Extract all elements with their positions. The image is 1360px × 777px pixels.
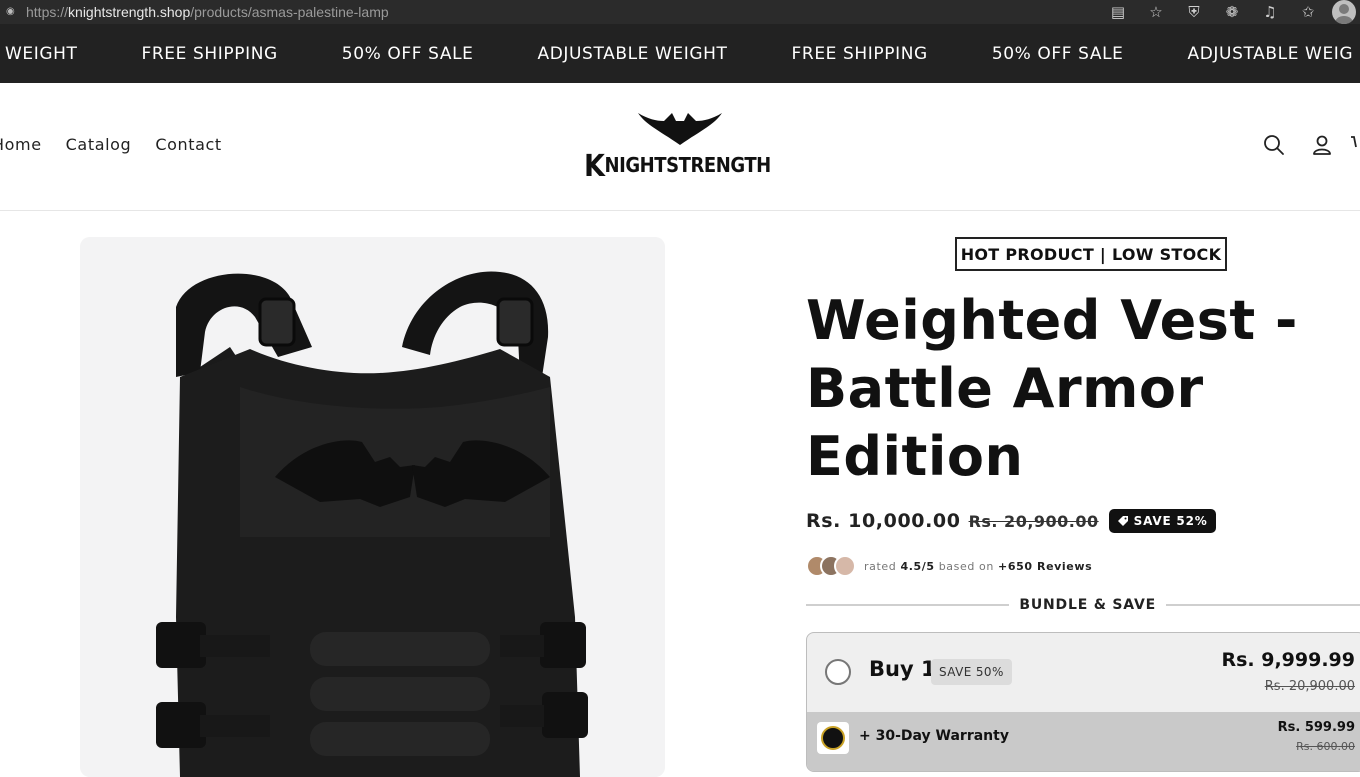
- site-logo[interactable]: KNIGHTSTRENGTH: [580, 109, 780, 187]
- nav-home[interactable]: Home: [0, 135, 42, 154]
- site-header: Home Catalog Contact KNIGHTSTRENGTH: [0, 83, 1360, 211]
- rating-value: 4.5/5: [900, 559, 935, 573]
- addon-name: + 30-Day Warranty: [859, 728, 1009, 744]
- avatar: [834, 555, 856, 577]
- extensions-icon[interactable]: ❁: [1222, 2, 1242, 22]
- profile-avatar[interactable]: [1332, 0, 1356, 24]
- addon-compare-price: Rs. 600.00: [1296, 740, 1355, 753]
- tag-icon: [1117, 516, 1128, 526]
- browser-toolbar: ◉ https://knightstrength.shop/products/a…: [0, 0, 1360, 24]
- url-text[interactable]: https://knightstrength.shop/products/asm…: [26, 4, 389, 20]
- reader-view-icon[interactable]: ▤: [1108, 2, 1128, 22]
- announcement-item: FREE SHIPPING: [791, 43, 928, 64]
- offer-main[interactable]: Buy 1 SAVE 50% Rs. 9,999.99 Rs. 20,900.0…: [807, 633, 1360, 713]
- rating-mid: based on: [934, 559, 999, 573]
- save-badge: SAVE 52%: [1108, 509, 1216, 533]
- warranty-seal: [821, 726, 845, 750]
- account-icon[interactable]: [1310, 133, 1334, 157]
- announcement-track: WEIGHT FREE SHIPPING 50% OFF SALE ADJUST…: [5, 24, 1360, 83]
- announcement-item: 50% OFF SALE: [341, 43, 474, 64]
- logo-wordmark: KNIGHTSTRENGTH: [584, 149, 771, 184]
- addon-price: Rs. 599.99: [1277, 720, 1355, 735]
- favorite-star-icon[interactable]: ☆: [1146, 2, 1166, 22]
- address-bar[interactable]: ◉ https://knightstrength.shop/products/a…: [0, 0, 1100, 24]
- announcement-bar: WEIGHT FREE SHIPPING 50% OFF SALE ADJUST…: [0, 24, 1360, 83]
- offer-radio[interactable]: [825, 659, 851, 685]
- rating-row: rated 4.5/5 based on +650 Reviews: [806, 555, 1092, 577]
- weighted-vest-image: [80, 237, 665, 777]
- nav-contact[interactable]: Contact: [155, 135, 221, 154]
- search-icon[interactable]: [1262, 133, 1286, 157]
- bundle-divider: BUNDLE & SAVE: [806, 595, 1360, 615]
- product-price: Rs. 10,000.00: [806, 510, 961, 532]
- bundle-label: BUNDLE & SAVE: [1019, 597, 1156, 613]
- warranty-badge-icon: [817, 722, 849, 754]
- divider-line: [806, 604, 1010, 606]
- offer-compare-price: Rs. 20,900.00: [1264, 679, 1355, 694]
- save-badge-text: SAVE 52%: [1133, 514, 1208, 528]
- rating-text: rated 4.5/5 based on +650 Reviews: [864, 560, 1092, 573]
- logo-letters: NIGHTSTRENGTH: [604, 153, 771, 177]
- announcement-item: ADJUSTABLE WEIG: [1187, 43, 1354, 64]
- hot-product-badge: HOT PRODUCT | LOW STOCK: [955, 237, 1227, 271]
- announcement-item: 50% OFF SALE: [991, 43, 1124, 64]
- url-prefix: https://: [26, 4, 69, 20]
- logo-letter-k: K: [584, 149, 605, 184]
- product-compare-price: Rs. 20,900.00: [968, 511, 1099, 531]
- offer-save-badge: SAVE 50%: [931, 659, 1012, 685]
- product-title: Weighted Vest - Battle Armor Edition: [806, 289, 1298, 488]
- url-host: knightstrength.shop: [68, 4, 191, 20]
- announcement-item: FREE SHIPPING: [141, 43, 278, 64]
- offer-name: Buy 1: [869, 657, 936, 681]
- bundle-offer-buy-1[interactable]: Buy 1 SAVE 50% Rs. 9,999.99 Rs. 20,900.0…: [806, 632, 1360, 772]
- warranty-addon[interactable]: + 30-Day Warranty Rs. 599.99 Rs. 600.00: [807, 712, 1360, 771]
- media-control-icon[interactable]: ♫: [1260, 2, 1280, 22]
- cart-icon[interactable]: [1350, 133, 1360, 157]
- price-row: Rs. 10,000.00 Rs. 20,900.00 SAVE 52%: [806, 509, 1216, 533]
- site-info-icon[interactable]: ◉: [6, 6, 18, 18]
- main-nav: Home Catalog Contact: [0, 135, 246, 154]
- rating-prefix: rated: [864, 559, 901, 573]
- announcement-item: WEIGHT: [5, 43, 78, 64]
- offer-price: Rs. 9,999.99: [1221, 649, 1355, 671]
- rating-count: +650 Reviews: [998, 559, 1093, 573]
- shield-icon[interactable]: ⛨: [1184, 2, 1204, 22]
- nav-catalog[interactable]: Catalog: [66, 135, 132, 154]
- bat-logo-icon: [638, 113, 722, 145]
- announcement-item: ADJUSTABLE WEIGHT: [537, 43, 728, 64]
- reviewer-avatars: [806, 555, 856, 577]
- divider-line: [1166, 604, 1360, 606]
- product-image[interactable]: [80, 237, 665, 777]
- favorites-bar-icon[interactable]: ✩: [1298, 2, 1318, 22]
- url-path: /products/asmas-palestine-lamp: [190, 4, 389, 20]
